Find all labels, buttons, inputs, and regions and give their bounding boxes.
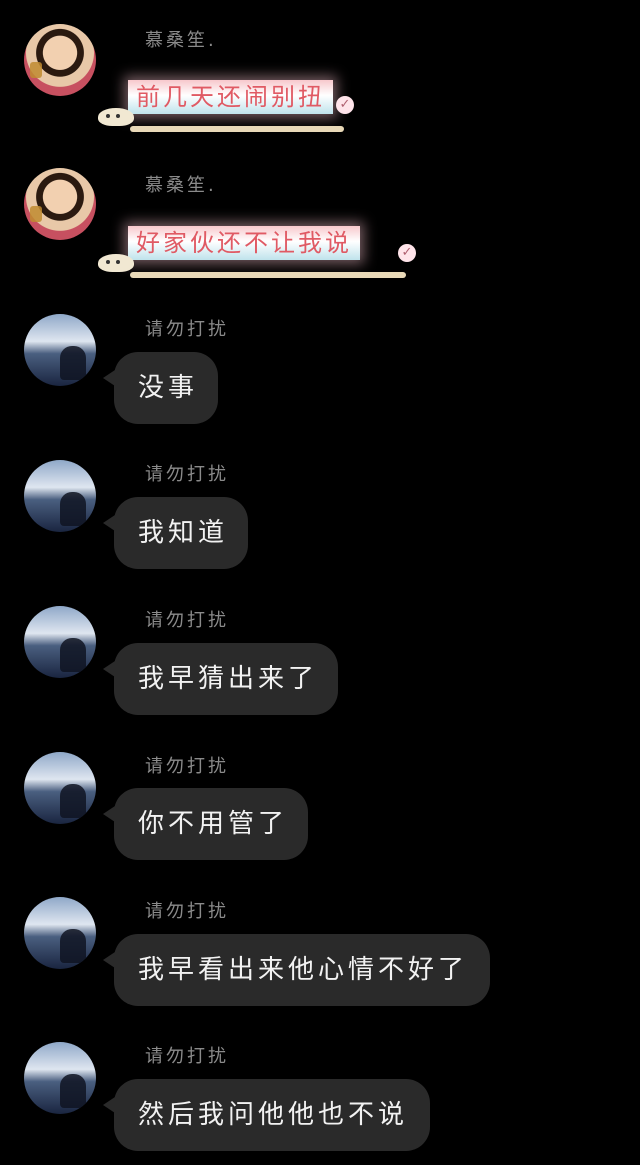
avatar-detail: [60, 929, 86, 963]
check-icon: ✓: [336, 96, 354, 114]
user-avatar[interactable]: [24, 24, 96, 96]
avatar-detail: [60, 784, 86, 818]
message-bubble[interactable]: 你不用管了: [103, 788, 308, 860]
avatar-detail: [30, 62, 42, 78]
avatar-detail: [60, 638, 86, 672]
avatar-detail: [30, 206, 42, 222]
message-bubble[interactable]: 没事: [103, 352, 218, 424]
sender-name: 慕桑笙.: [145, 175, 217, 196]
user-avatar[interactable]: [24, 460, 96, 532]
message-bubble[interactable]: 我早看出来他心情不好了: [103, 934, 490, 1006]
user-avatar[interactable]: [24, 897, 96, 969]
user-avatar[interactable]: [24, 168, 96, 240]
sender-name: 请勿打扰: [145, 1046, 229, 1067]
user-avatar[interactable]: [24, 1042, 96, 1114]
message-bubble[interactable]: 然后我问他他也不说: [103, 1079, 430, 1151]
user-avatar[interactable]: [24, 606, 96, 678]
sticker-tail: [130, 272, 406, 278]
sticker-message-text[interactable]: 好家伙还不让我说: [128, 226, 360, 260]
sticker-message-text[interactable]: 前几天还闹别扭: [128, 80, 333, 114]
user-avatar[interactable]: [24, 314, 96, 386]
avatar-detail: [60, 492, 86, 526]
cat-sticker-icon: [98, 108, 134, 126]
cat-sticker-icon: [98, 254, 134, 272]
message-bubble[interactable]: 我早猜出来了: [103, 643, 338, 715]
sender-name: 请勿打扰: [145, 901, 229, 922]
message-bubble[interactable]: 我知道: [103, 497, 248, 569]
check-icon: ✓: [398, 244, 416, 262]
sender-name: 请勿打扰: [145, 319, 229, 340]
sender-name: 请勿打扰: [145, 464, 229, 485]
sticker-tail: [130, 126, 344, 132]
sender-name: 慕桑笙.: [145, 30, 217, 51]
sender-name: 请勿打扰: [145, 756, 229, 777]
user-avatar[interactable]: [24, 752, 96, 824]
avatar-detail: [60, 1074, 86, 1108]
avatar-detail: [60, 346, 86, 380]
sender-name: 请勿打扰: [145, 610, 229, 631]
